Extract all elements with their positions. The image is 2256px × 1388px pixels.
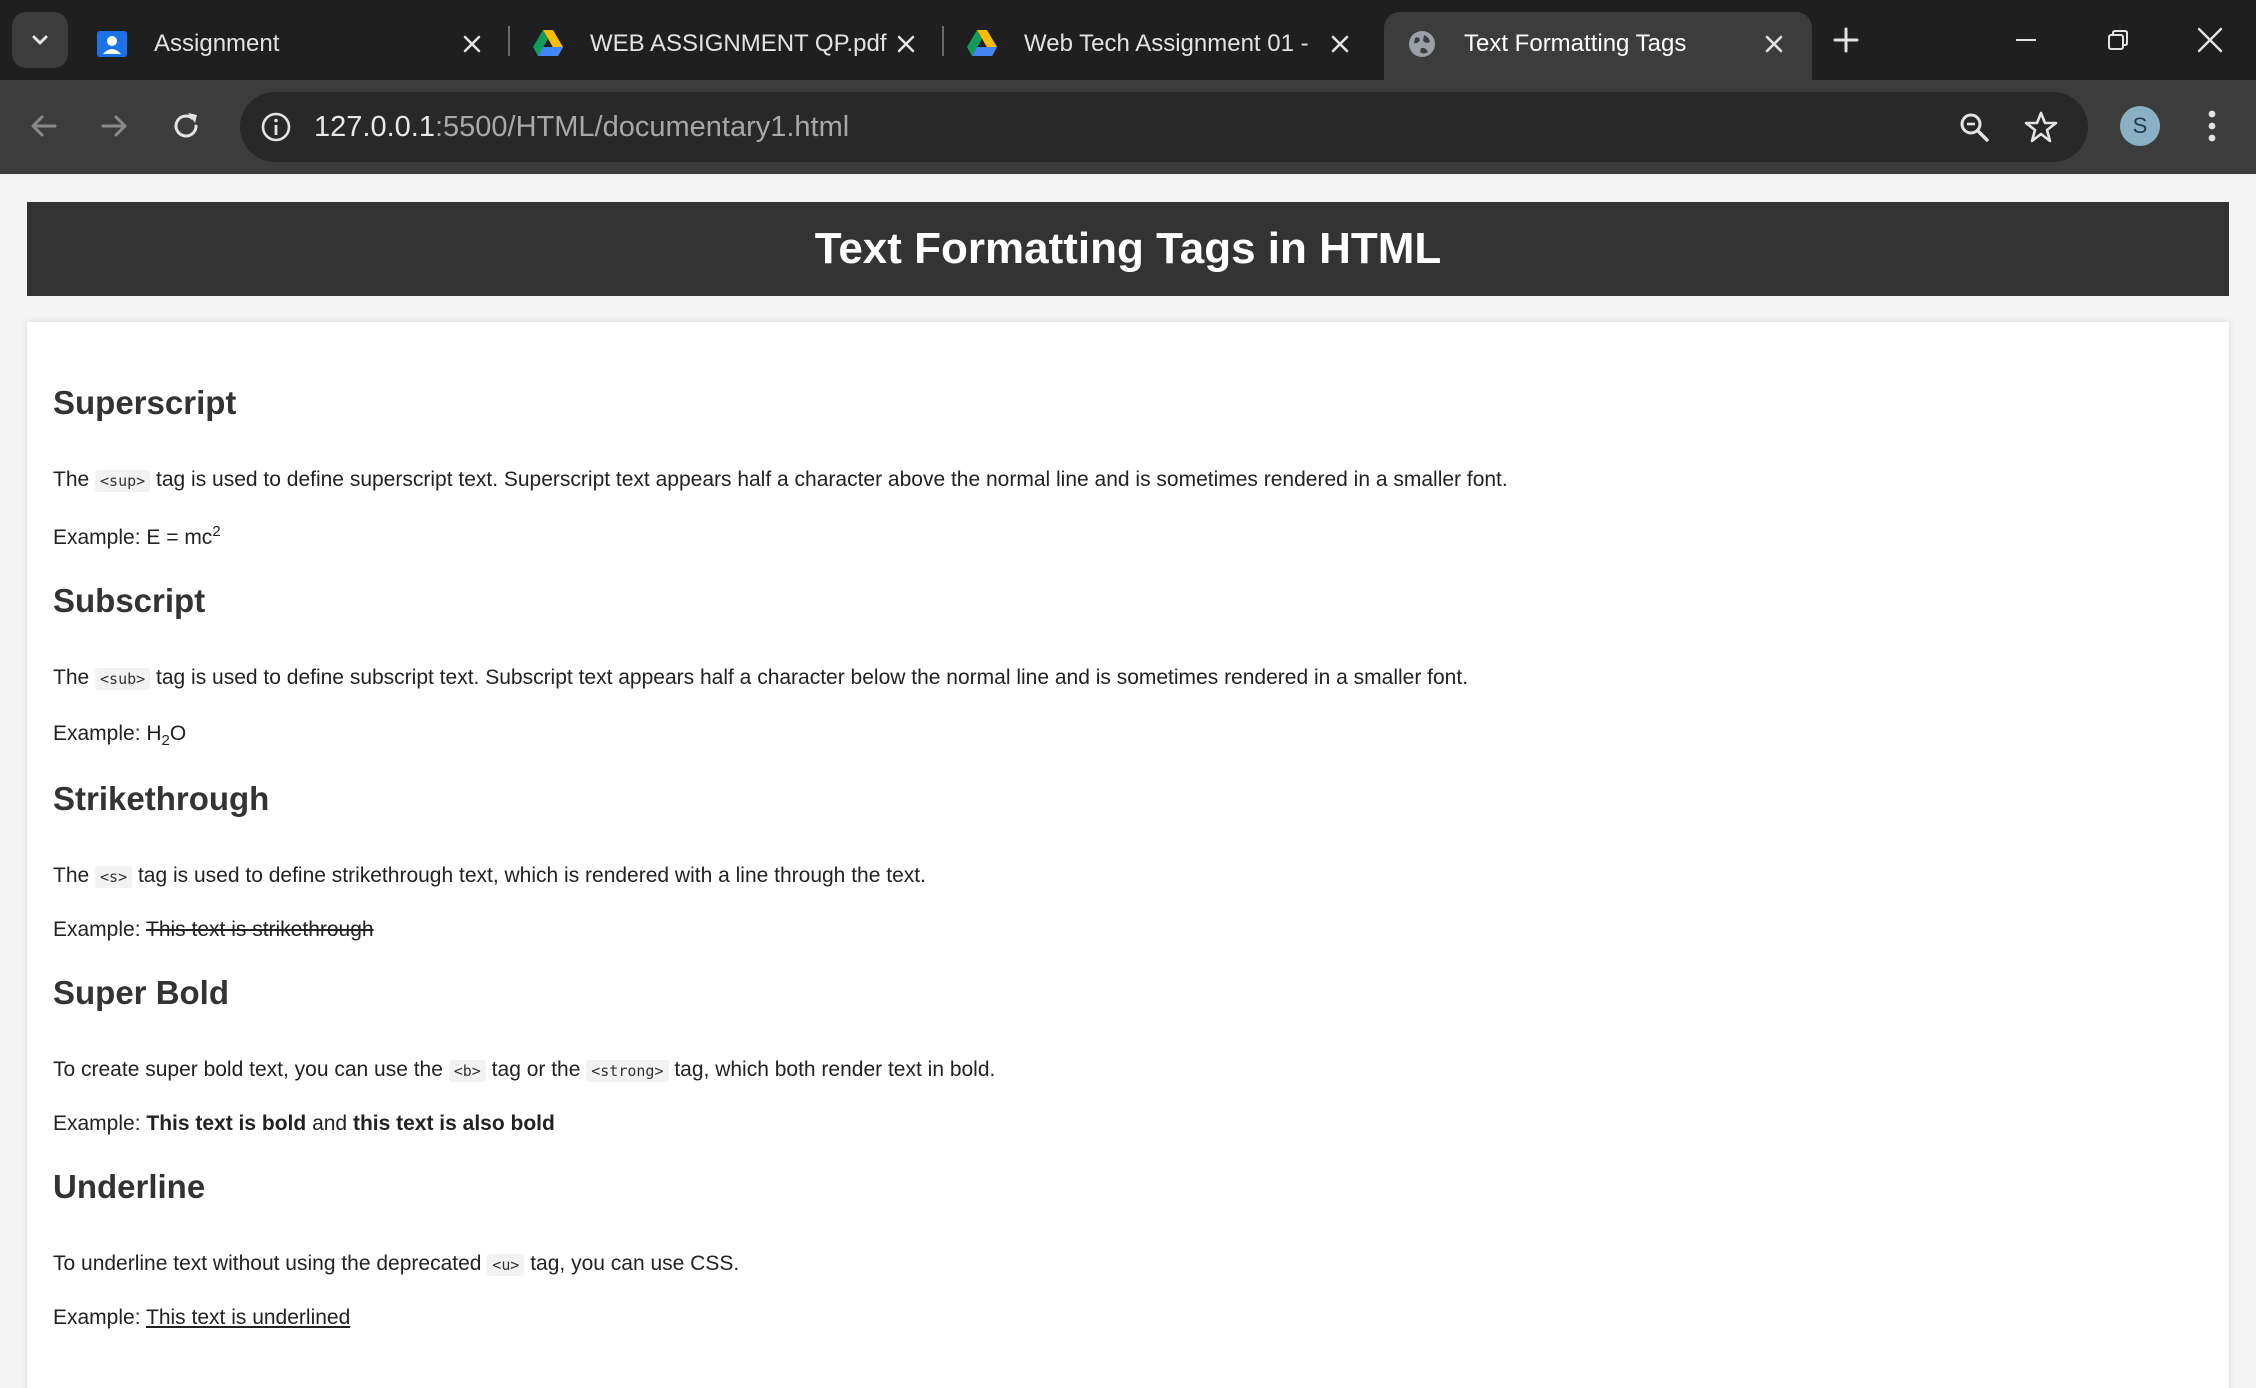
section-heading-strikethrough: Strikethrough xyxy=(53,780,270,817)
tag-code: <u> xyxy=(487,1254,525,1276)
tab-title: Text Formatting Tags xyxy=(1464,30,1687,57)
subscript-text: 2 xyxy=(161,732,170,750)
section-description-subscript: The <sub> tag is used to define subscrip… xyxy=(53,666,1468,690)
tag-code: <strong> xyxy=(586,1060,669,1082)
close-icon[interactable] xyxy=(1758,28,1790,60)
tag-code: <sub> xyxy=(95,668,151,690)
arrow-left-icon xyxy=(31,115,57,137)
section-heading-super-bold: Super Bold xyxy=(53,974,230,1011)
section-example-strikethrough: Example: This text is strikethrough xyxy=(53,918,374,942)
section-heading-superscript: Superscript xyxy=(53,384,237,421)
section-description-underline: To underline text without using the depr… xyxy=(53,1252,739,1276)
example-label: Example: xyxy=(53,722,147,745)
page-title: Text Formatting Tags in HTML xyxy=(814,224,1442,273)
tab-title: Web Tech Assignment 01 - xyxy=(1024,30,1309,57)
tab-web-tech-assignment[interactable]: Web Tech Assignment 01 - xyxy=(944,12,1372,80)
plus-icon xyxy=(1833,27,1859,53)
google-drive-icon xyxy=(532,28,564,60)
globe-icon xyxy=(1406,28,1438,60)
superscript-text: 2 xyxy=(212,523,221,540)
close-icon[interactable] xyxy=(456,28,488,60)
tab-strip: Assignment WEB ASSIGNMENT QP.pdf - Web T… xyxy=(0,0,2256,80)
strikethrough-text: This text is strikethrough xyxy=(146,918,374,941)
url-path: :5500/HTML/documentary1.html xyxy=(434,111,850,143)
example-label: Example: xyxy=(53,918,146,941)
example-text: O xyxy=(169,722,187,745)
example-label: Example: xyxy=(53,1306,146,1329)
close-window-button[interactable] xyxy=(2190,20,2230,60)
example-text: and xyxy=(306,1112,353,1135)
page-viewport: Text Formatting Tags in HTML Superscript… xyxy=(0,174,2256,1388)
minimize-button[interactable] xyxy=(2006,20,2046,60)
restore-icon xyxy=(2108,30,2128,50)
desc-text: tag is used to define superscript text. … xyxy=(150,468,1508,491)
section-description-super-bold: To create super bold text, you can use t… xyxy=(53,1058,995,1082)
tag-code: <s> xyxy=(95,866,133,888)
tab-text-formatting-tags[interactable]: Text Formatting Tags xyxy=(1384,12,1812,80)
example-label: Example: xyxy=(53,526,147,549)
section-description-strikethrough: The <s> tag is used to define strikethro… xyxy=(53,864,926,888)
address-bar[interactable]: 127.0.0.1:5500/HTML/documentary1.html xyxy=(240,92,2088,162)
browser-menu-button[interactable] xyxy=(2194,102,2230,150)
desc-text: tag is used to define subscript text. Su… xyxy=(150,666,1469,689)
close-icon[interactable] xyxy=(1324,28,1356,60)
section-example-underline: Example: This text is underlined xyxy=(53,1306,350,1330)
tab-title: Assignment xyxy=(154,30,280,57)
tag-code: <sup> xyxy=(95,470,151,492)
example-text: H xyxy=(146,722,162,745)
profile-avatar[interactable]: S xyxy=(2120,106,2160,146)
tab-assignment[interactable]: Assignment xyxy=(74,12,502,80)
tab-title: WEB ASSIGNMENT QP.pdf - xyxy=(590,30,890,57)
section-description-superscript: The <sup> tag is used to define superscr… xyxy=(53,468,1508,492)
close-icon xyxy=(2197,27,2223,53)
desc-text: To underline text without using the depr… xyxy=(53,1252,488,1275)
example-label: Example: xyxy=(53,1112,147,1135)
new-tab-button[interactable] xyxy=(1826,20,1866,60)
forward-button[interactable] xyxy=(90,102,138,150)
tab-web-assignment-qp[interactable]: WEB ASSIGNMENT QP.pdf - xyxy=(510,12,938,80)
desc-text: The xyxy=(53,666,96,689)
example-text: E = mc xyxy=(146,526,213,549)
desc-text: tag, you can use CSS. xyxy=(524,1252,740,1275)
arrow-right-icon xyxy=(101,115,127,137)
tag-code: <b> xyxy=(448,1060,486,1082)
restore-button[interactable] xyxy=(2098,20,2138,60)
more-vertical-icon xyxy=(2208,110,2216,142)
browser-toolbar: 127.0.0.1:5500/HTML/documentary1.html S xyxy=(0,80,2256,174)
underlined-text: This text is underlined xyxy=(146,1306,351,1329)
content-card: Superscript The <sup> tag is used to def… xyxy=(27,322,2229,1388)
section-example-superscript: Example: E = mc2 xyxy=(53,523,221,550)
zoom-icon[interactable] xyxy=(1956,109,1992,145)
section-heading-subscript: Subscript xyxy=(53,582,206,619)
url-host: 127.0.0.1 xyxy=(314,111,435,143)
reload-button[interactable] xyxy=(162,102,210,150)
chevron-down-icon xyxy=(32,35,48,45)
desc-text: To create super bold text, you can use t… xyxy=(53,1058,449,1081)
site-info-icon[interactable] xyxy=(258,109,294,145)
minimize-icon xyxy=(2016,39,2036,41)
bold-text: this text is also bold xyxy=(352,1112,555,1135)
desc-text: tag is used to define strikethrough text… xyxy=(132,864,926,887)
desc-text: tag, which both render text in bold. xyxy=(668,1058,996,1081)
reload-icon xyxy=(174,113,198,138)
tab-search-button[interactable] xyxy=(12,12,68,68)
section-example-super-bold: Example: This text is bold and this text… xyxy=(53,1112,555,1136)
close-icon[interactable] xyxy=(890,28,922,60)
section-example-subscript: Example: H2O xyxy=(53,722,187,750)
desc-text: tag or the xyxy=(485,1058,587,1081)
back-button[interactable] xyxy=(20,102,68,150)
url-text[interactable]: 127.0.0.1:5500/HTML/documentary1.html xyxy=(314,111,849,144)
desc-text: The xyxy=(53,864,96,887)
google-drive-icon xyxy=(966,28,998,60)
page-header: Text Formatting Tags in HTML xyxy=(27,202,2229,296)
desc-text: The xyxy=(53,468,96,491)
google-classroom-icon xyxy=(96,28,128,60)
bold-text: This text is bold xyxy=(146,1112,307,1135)
section-heading-underline: Underline xyxy=(53,1168,206,1205)
bookmark-star-icon[interactable] xyxy=(2022,108,2060,146)
